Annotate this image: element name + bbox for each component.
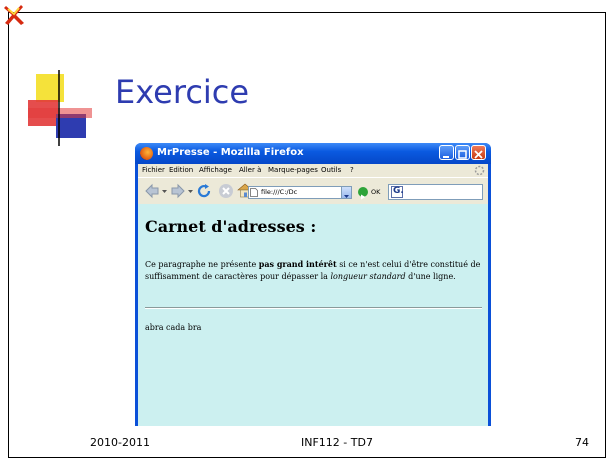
footer-course: INF112 - TD7 <box>301 436 373 449</box>
menu-outils[interactable]: Outils <box>321 166 341 174</box>
maximize-icon[interactable] <box>455 145 470 160</box>
back-dropdown-icon[interactable] <box>162 189 167 194</box>
footer-page-number: 74 <box>575 436 589 449</box>
menu-marque-pages[interactable]: Marque-pages <box>268 166 318 174</box>
reload-icon[interactable] <box>196 183 212 199</box>
page-content: Carnet d'adresses : Ce paragraphe ne pré… <box>138 204 488 426</box>
menu-fichier[interactable]: Fichier <box>142 166 165 174</box>
forward-icon[interactable] <box>170 183 186 199</box>
go-button-label[interactable]: OK <box>371 188 380 196</box>
page-text-line: abra cada bra <box>145 323 202 332</box>
app-logo-icon <box>4 5 24 25</box>
back-icon[interactable] <box>144 183 160 199</box>
throbber-icon <box>474 165 485 176</box>
footer-date: 2010-2011 <box>90 436 150 449</box>
page-icon <box>250 188 258 197</box>
slide-title: Exercice <box>115 73 250 111</box>
browser-titlebar[interactable]: MrPresse - Mozilla Firefox <box>135 143 491 164</box>
window-title: MrPresse - Mozilla Firefox <box>157 147 304 158</box>
stop-icon[interactable] <box>218 183 234 199</box>
title-decoration <box>28 70 92 146</box>
go-icon[interactable] <box>358 187 368 200</box>
firefox-icon <box>140 147 153 160</box>
para-text-start: Ce paragraphe ne présente <box>145 260 259 269</box>
menu-affichage[interactable]: Affichage <box>199 166 232 174</box>
slide: Exercice MrPresse - Mozilla Firefox Fich… <box>0 0 610 459</box>
menu-help[interactable]: ? <box>350 166 354 174</box>
browser-window[interactable]: MrPresse - Mozilla Firefox Fichier Editi… <box>135 143 491 426</box>
url-dropdown-button[interactable] <box>341 186 352 199</box>
para-text-end: d'une ligne. <box>405 272 456 281</box>
minimize-icon[interactable] <box>439 145 454 160</box>
url-text: file:///C:/Dc <box>261 188 298 196</box>
page-heading: Carnet d'adresses : <box>145 217 317 236</box>
horizontal-rule <box>145 307 482 309</box>
search-value: G. <box>393 186 404 196</box>
page-paragraph: Ce paragraphe ne présente pas grand inté… <box>145 258 485 283</box>
address-bar[interactable]: file:///C:/Dc <box>248 186 342 199</box>
menu-bar: Fichier Edition Affichage Aller à Marque… <box>138 164 488 177</box>
navigation-toolbar: file:///C:/Dc OK G. <box>138 177 488 204</box>
close-icon[interactable] <box>471 145 486 160</box>
para-bold-text: pas grand intérêt <box>258 259 337 269</box>
forward-dropdown-icon[interactable] <box>188 189 193 194</box>
menu-edition[interactable]: Edition <box>169 166 193 174</box>
search-box[interactable]: G. <box>388 184 483 200</box>
para-italic-text: longueur standard <box>330 272 406 281</box>
menu-aller-a[interactable]: Aller à <box>239 166 261 174</box>
